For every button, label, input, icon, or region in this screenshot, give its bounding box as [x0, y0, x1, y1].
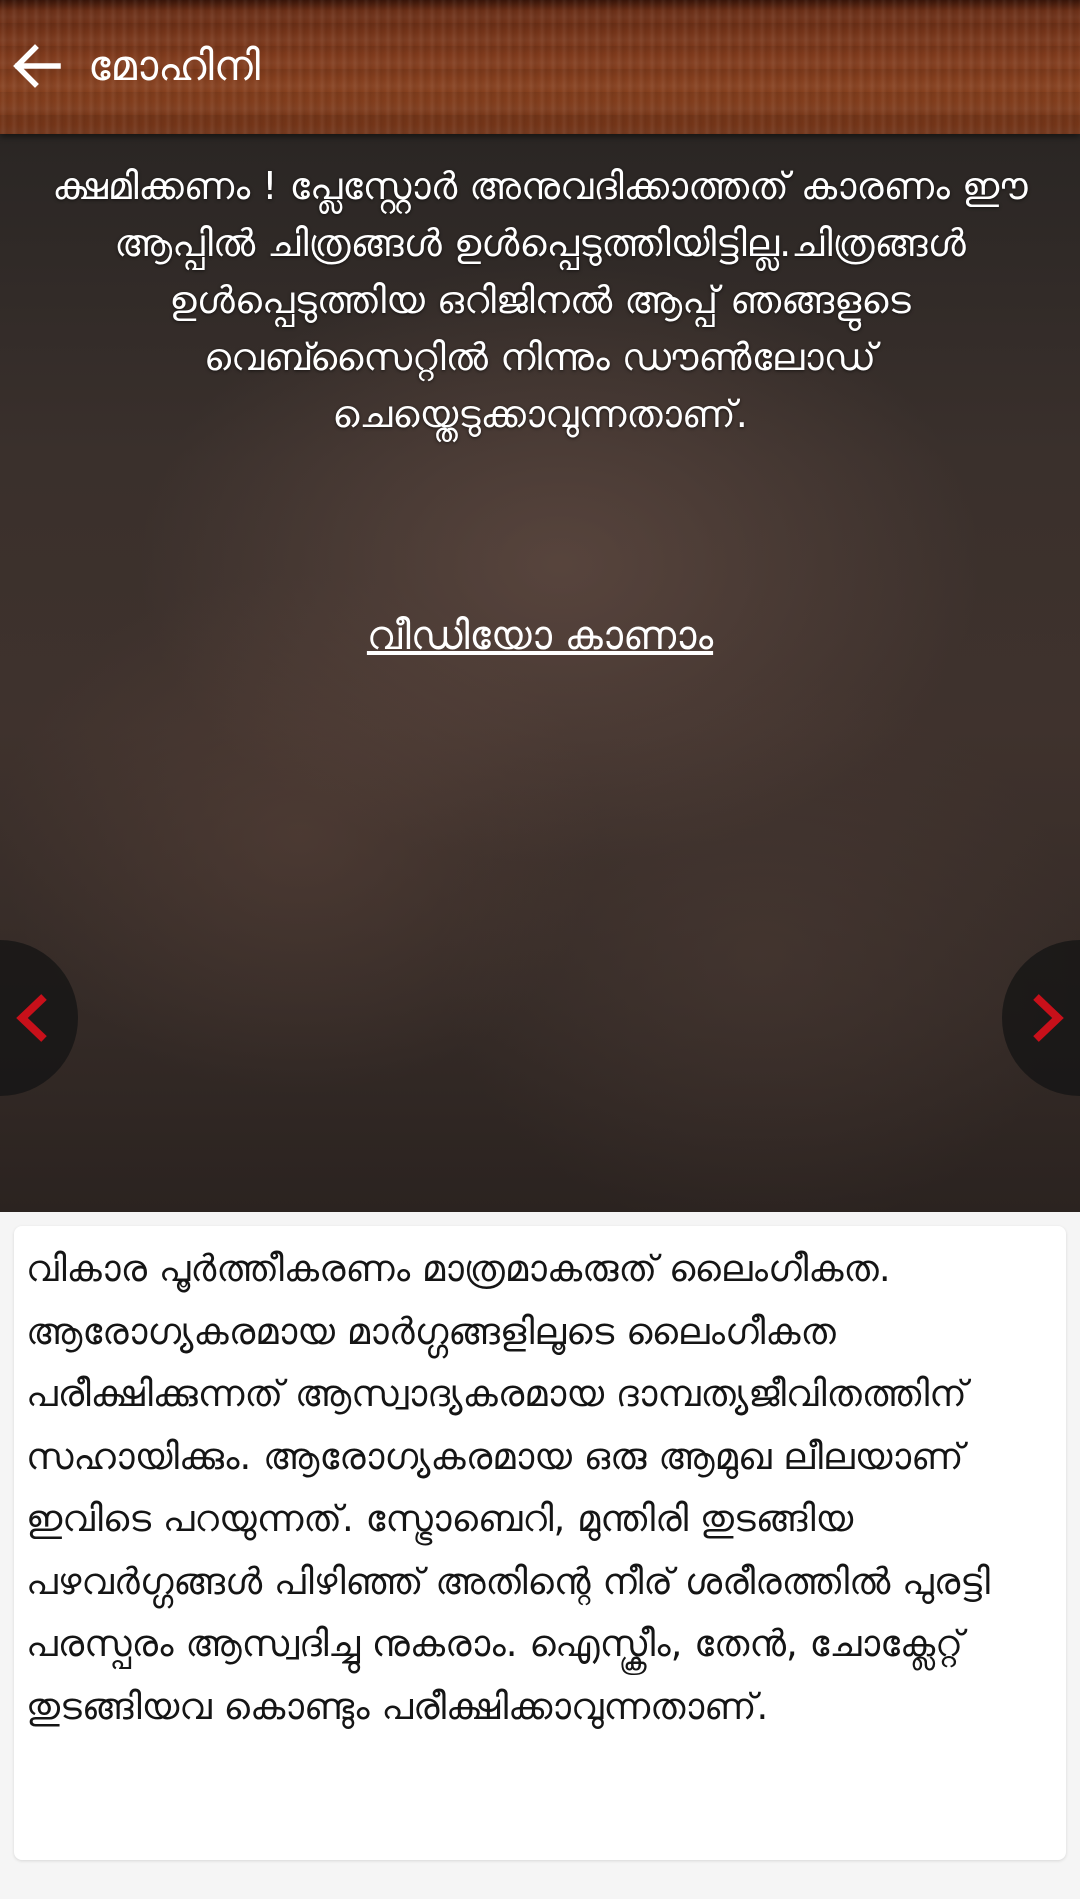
description-card: വികാര പൂർത്തീകരണം മാത്രമാകരുത് ലൈംഗീകത. … [14, 1226, 1066, 1860]
chevron-right-icon [1033, 994, 1064, 1042]
description-text: വികാര പൂർത്തീകരണം മാത്രമാകരുത് ലൈംഗീകത. … [26, 1247, 990, 1728]
arrow-left-icon [13, 44, 61, 88]
app-bar: മോഹിനി [0, 0, 1080, 134]
next-button[interactable] [1002, 940, 1080, 1096]
notice-text: ക്ഷമിക്കണം ! പ്ലേസ്റ്റോർ അനുവദിക്കാത്തത്… [52, 164, 1028, 436]
previous-button[interactable] [0, 940, 78, 1096]
chevron-left-icon [16, 994, 47, 1042]
image-viewer: ക്ഷമിക്കണം ! പ്ലേസ്റ്റോർ അനുവദിക്കാത്തത്… [0, 134, 1080, 1212]
watch-video-link[interactable]: വീഡിയോ കാണാം [0, 606, 1080, 666]
app-title: മോഹിനി [88, 41, 261, 90]
back-button[interactable] [10, 40, 62, 92]
